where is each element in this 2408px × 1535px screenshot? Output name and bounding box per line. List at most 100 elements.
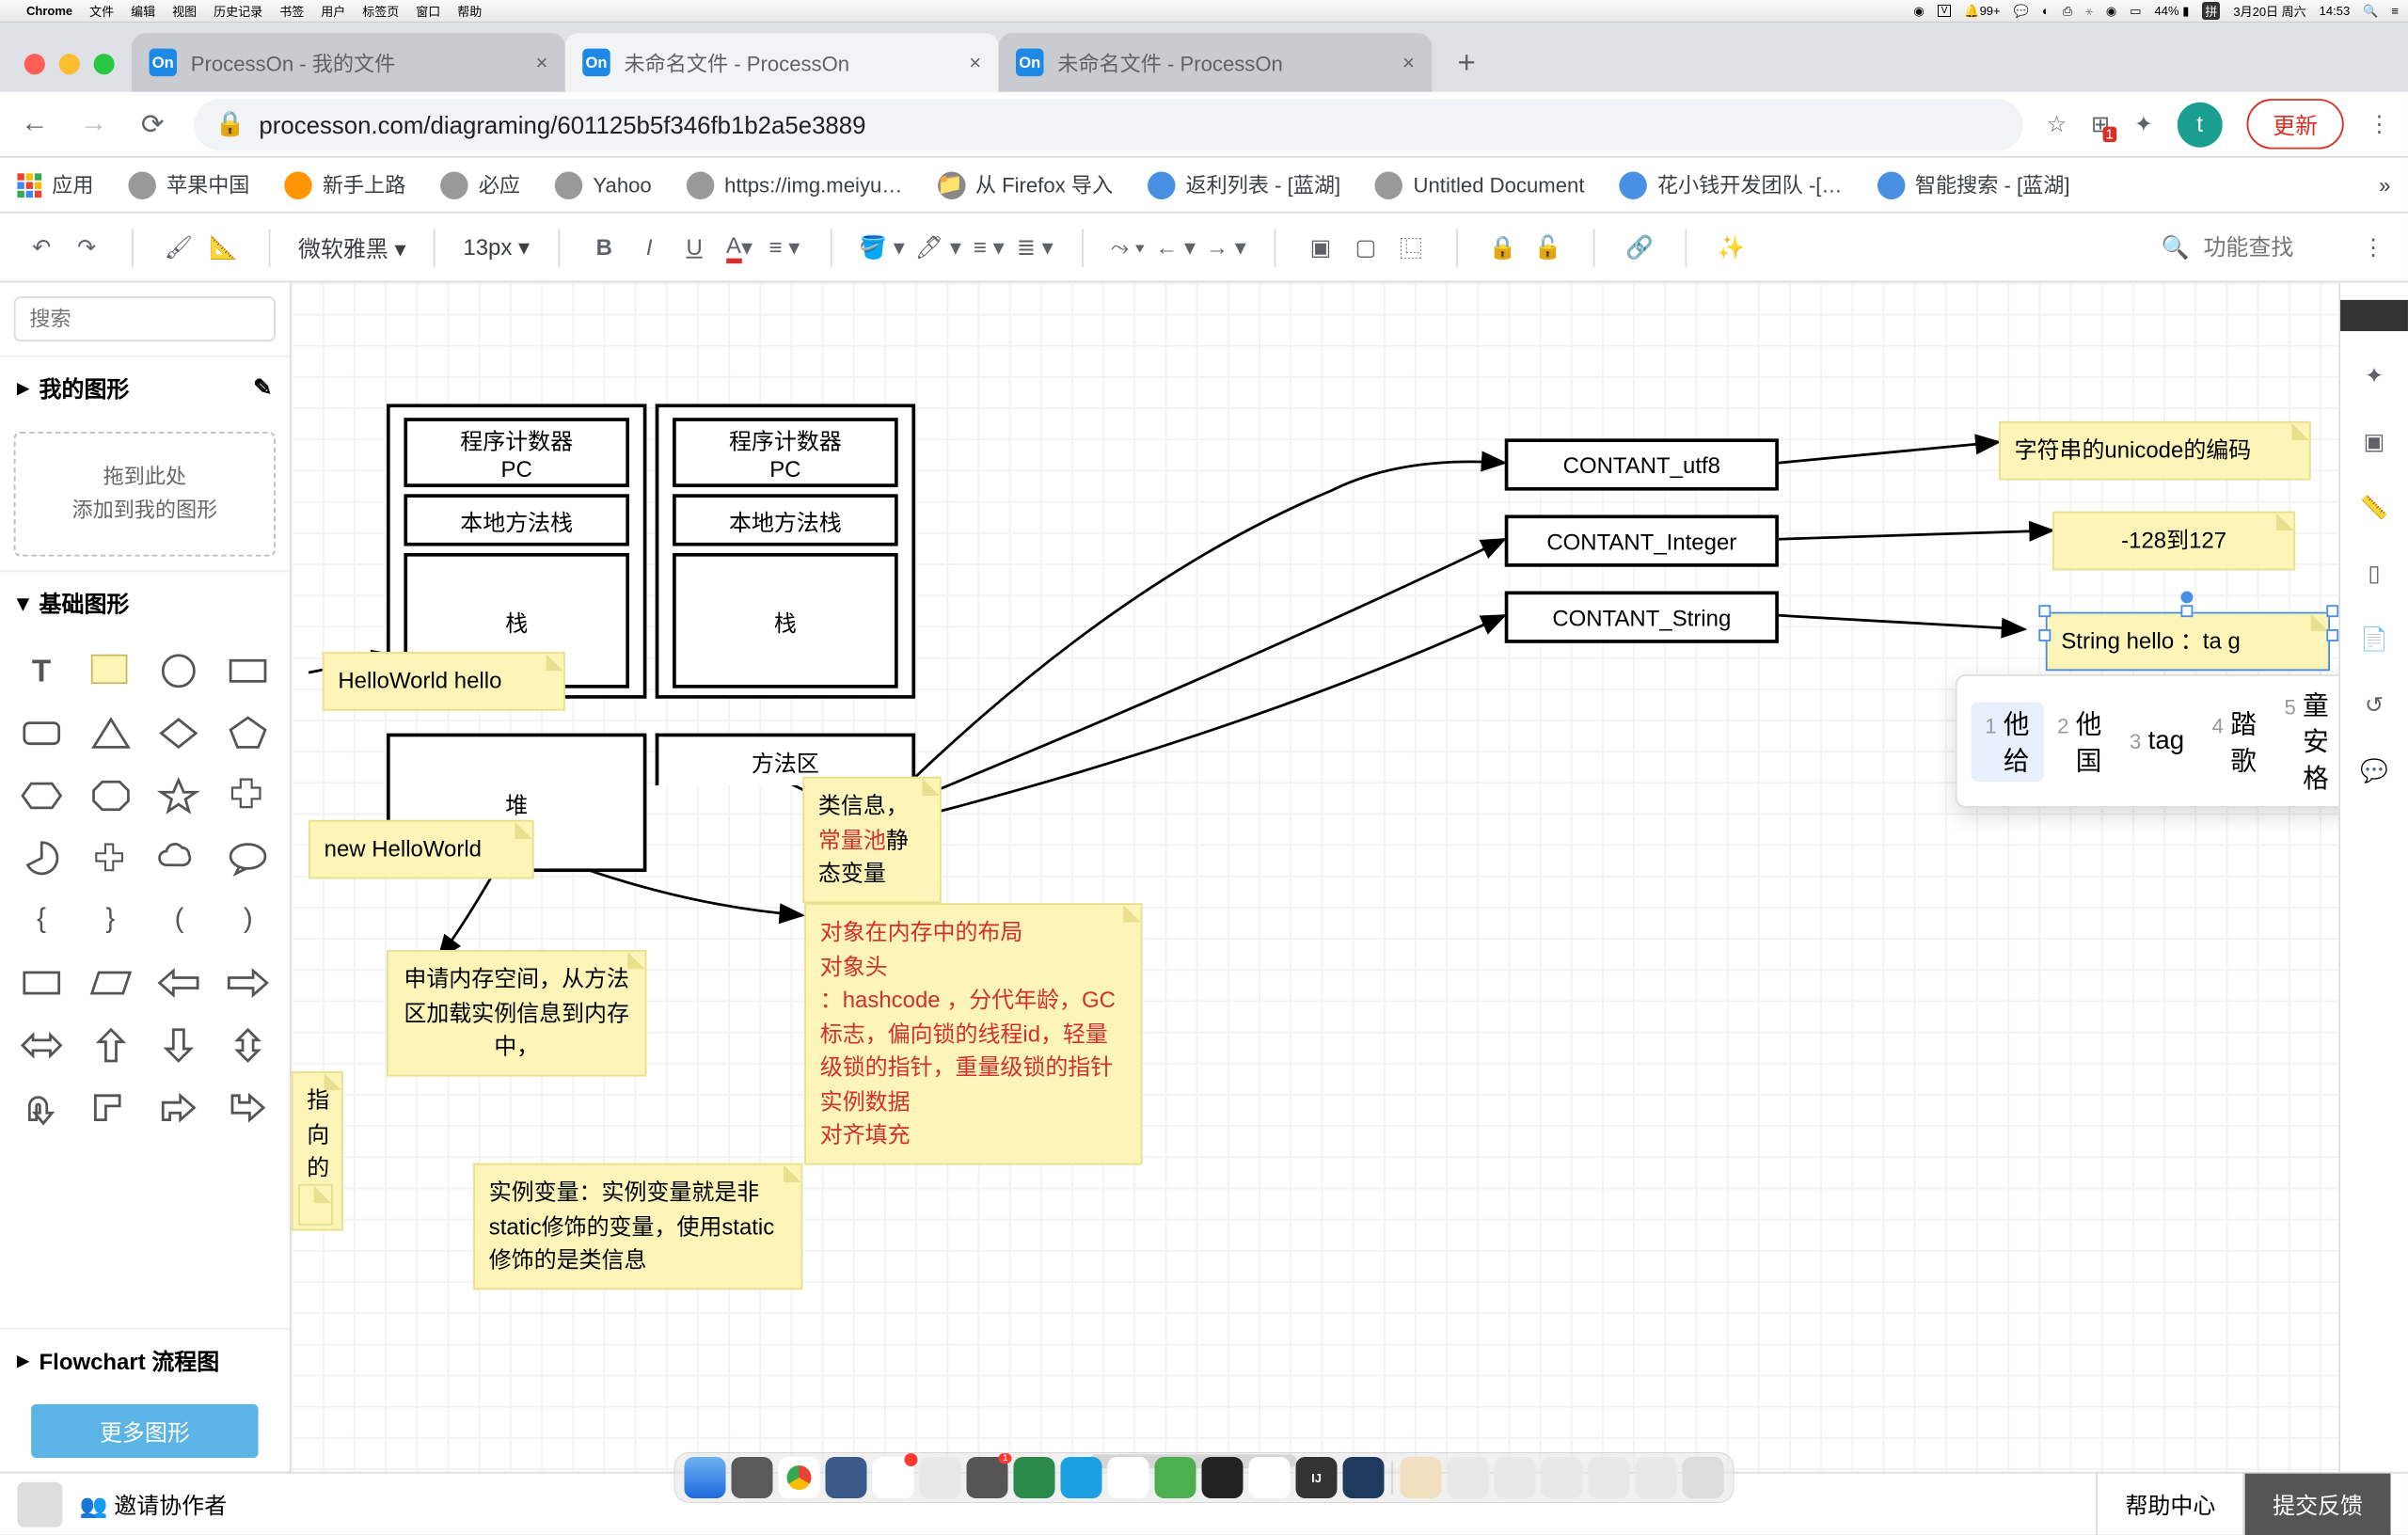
app-icon[interactable] <box>1343 1457 1385 1498</box>
ime-cand-2[interactable]: 2他国 <box>2043 702 2115 782</box>
group-button[interactable]: ⿺ <box>1393 227 1428 268</box>
note-empty[interactable] <box>298 1184 333 1226</box>
menu-file[interactable]: 文件 <box>89 2 114 20</box>
intellij-icon[interactable]: IJ <box>1296 1457 1338 1498</box>
file-icon[interactable] <box>1589 1457 1630 1498</box>
app-icon[interactable] <box>1061 1457 1102 1498</box>
roundrect-shape[interactable] <box>14 710 70 759</box>
wechat-icon[interactable]: 💬 <box>2014 4 2029 19</box>
box-contant-string[interactable]: CONTANT_String <box>1505 592 1779 643</box>
paren-shape[interactable]: ) <box>221 897 277 946</box>
resize-handle[interactable] <box>2180 605 2193 617</box>
tab-1[interactable]: On 未命名文件 - ProcessOn × <box>565 33 999 92</box>
arrow-end-button[interactable]: → ▾ <box>1206 227 1246 268</box>
size-select[interactable]: 13px ▾ <box>463 233 530 261</box>
arrow-up-shape[interactable] <box>83 1021 138 1070</box>
bookmark-item[interactable]: https://img.meiyu… <box>687 171 903 198</box>
font-select[interactable]: 微软雅黑 ▾ <box>298 230 406 263</box>
star-icon[interactable]: ☆ <box>2047 110 2067 137</box>
box-pc1[interactable]: 程序计数器 PC <box>404 418 629 487</box>
note-unicode[interactable]: 字符串的unicode的编码 <box>1999 421 2311 480</box>
ime-cand-5[interactable]: 5童安格 <box>2271 683 2339 799</box>
parallelogram-shape[interactable] <box>83 959 138 1008</box>
menu-help[interactable]: 帮助 <box>457 2 482 20</box>
app-icon[interactable] <box>1014 1457 1055 1498</box>
corner-shape[interactable] <box>83 1084 138 1133</box>
menu-edit[interactable]: 编辑 <box>131 2 155 20</box>
basic-shapes-header[interactable]: ▾ 基础图形 <box>0 571 290 633</box>
window-close-icon[interactable] <box>24 54 45 74</box>
bookmark-item[interactable]: 新手上路 <box>284 170 405 199</box>
date[interactable]: 3月20日 周六 <box>2233 2 2305 20</box>
note-new[interactable]: new HelloWorld <box>309 820 534 878</box>
search-icon[interactable]: 🔍 <box>2363 4 2378 19</box>
underline-button[interactable]: U <box>677 227 712 268</box>
launchpad-icon[interactable] <box>732 1457 773 1498</box>
file-icon[interactable] <box>1448 1457 1489 1498</box>
text-shape[interactable]: T <box>14 647 70 696</box>
wifi-icon[interactable]: ◉ <box>2106 4 2116 19</box>
measure-icon[interactable]: 📏 <box>2353 487 2395 529</box>
hexagon-shape[interactable] <box>14 772 70 821</box>
menu-bookmarks[interactable]: 书签 <box>279 2 304 20</box>
box-pc2[interactable]: 程序计数器 PC <box>673 418 898 487</box>
box-stack2[interactable]: 栈 <box>673 553 898 688</box>
collapse-handle[interactable] <box>2340 300 2408 331</box>
extension-icon[interactable]: ✦ <box>2134 110 2153 137</box>
status-icon[interactable]: V <box>1938 5 1952 17</box>
tab-2[interactable]: On 未命名文件 - ProcessOn × <box>999 33 1433 92</box>
box-contant-utf8[interactable]: CONTANT_utf8 <box>1505 438 1779 490</box>
line-style-button[interactable]: ≡ ▾ <box>972 227 1006 268</box>
control-center-icon[interactable]: ≡ <box>2391 4 2399 18</box>
resize-handle[interactable] <box>2038 629 2051 641</box>
drop-area[interactable]: 拖到此处 添加到我的图形 <box>14 432 276 557</box>
resize-handle[interactable] <box>2326 605 2338 617</box>
pie-shape[interactable] <box>14 834 70 883</box>
history-icon[interactable]: ↺ <box>2353 685 2395 726</box>
app-name[interactable]: Chrome <box>26 4 72 18</box>
note-class-info[interactable]: 类信息，常量池静态变量 <box>802 777 941 903</box>
turn-shape[interactable] <box>151 1084 207 1133</box>
brace-shape[interactable]: { <box>14 897 70 946</box>
arrow-down-shape[interactable] <box>151 1021 207 1070</box>
window-max-icon[interactable] <box>94 54 115 74</box>
update-button[interactable]: 更新 <box>2246 99 2343 149</box>
bookmark-item[interactable]: 返利列表 - [蓝湖] <box>1148 170 1340 199</box>
menu-view[interactable]: 视图 <box>172 2 197 20</box>
frame-icon[interactable]: ▯ <box>2353 553 2395 594</box>
arrow-start-button[interactable]: ← ▾ <box>1155 227 1196 268</box>
user-avatar[interactable] <box>17 1481 62 1527</box>
navigator-icon[interactable]: ✦ <box>2353 356 2395 397</box>
extensions-icon[interactable]: ⊞1 <box>2091 110 2110 137</box>
menu-window[interactable]: 窗口 <box>416 2 440 20</box>
plus-shape[interactable] <box>83 834 138 883</box>
ime-indicator[interactable]: 拼 <box>2202 2 2220 20</box>
ime-cand-4[interactable]: 4踏歌 <box>2198 702 2271 782</box>
more-menu[interactable]: ⋮ <box>2356 227 2391 268</box>
notification-icon[interactable]: 🔔99+ <box>1964 4 2000 19</box>
star-shape[interactable] <box>151 772 207 821</box>
apps-button[interactable]: 应用 <box>17 170 93 199</box>
magic-button[interactable]: ✨ <box>1714 227 1749 268</box>
bookmark-item[interactable]: 必应 <box>440 170 520 199</box>
note-object-layout[interactable]: 对象在内存中的布局 对象头 ：hashcode ，分代年龄，GC标志，偏向锁的线… <box>804 903 1142 1163</box>
shape-search[interactable] <box>14 296 276 341</box>
triangle-shape[interactable] <box>83 710 138 759</box>
layers-icon[interactable]: ▣ <box>2353 421 2395 463</box>
reload-button[interactable]: ⟳ <box>135 106 170 141</box>
status-icon[interactable]: ◐ <box>2042 4 2050 18</box>
ime-cand-1[interactable]: 1他给 <box>1971 702 2043 782</box>
comment-icon[interactable]: 💬 <box>2353 751 2395 792</box>
box-contant-integer[interactable]: CONTANT_Integer <box>1505 514 1779 566</box>
note-instance-var[interactable]: 实例变量：实例变量就是非static修饰的变量，使用static修饰的是类信息 <box>473 1163 802 1290</box>
page-icon[interactable]: 📄 <box>2353 619 2395 660</box>
back-button[interactable]: ← <box>17 108 52 139</box>
menu-history[interactable]: 历史记录 <box>214 2 262 20</box>
finder-icon[interactable] <box>685 1457 726 1498</box>
paren-shape[interactable]: ( <box>151 897 207 946</box>
uturn-shape[interactable] <box>14 1084 70 1133</box>
cross-shape[interactable] <box>221 772 277 821</box>
settings-icon[interactable]: 1 <box>967 1457 1008 1498</box>
line-weight-button[interactable]: ≣ ▾ <box>1017 227 1054 268</box>
my-shapes-header[interactable]: ▸ 我的图形✎ <box>0 356 290 418</box>
